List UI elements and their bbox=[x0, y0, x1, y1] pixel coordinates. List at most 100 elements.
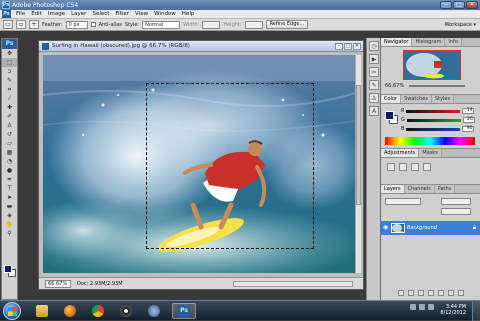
eyedropper-tool-icon[interactable]: ⁄ bbox=[2, 94, 17, 103]
blue-slider-row[interactable]: B 90 bbox=[401, 126, 475, 132]
brightness-adjust-icon[interactable] bbox=[387, 163, 395, 171]
new-selection-icon[interactable]: ▫ bbox=[16, 20, 26, 29]
add-mask-icon[interactable] bbox=[417, 290, 424, 296]
gradient-tool-icon[interactable]: ▦ bbox=[2, 148, 17, 157]
clone-stamp-tool-icon[interactable]: ♙ bbox=[2, 121, 17, 130]
scroll-thumb[interactable] bbox=[356, 85, 361, 205]
quick-select-tool-icon[interactable]: ✎ bbox=[2, 76, 17, 85]
menu-file[interactable]: File bbox=[13, 11, 28, 17]
link-layers-icon[interactable] bbox=[397, 290, 404, 296]
green-slider[interactable] bbox=[406, 118, 461, 122]
document-size-info[interactable]: Doc: 2.93M/2.93M bbox=[77, 281, 123, 287]
navigator-thumbnail[interactable] bbox=[403, 50, 461, 80]
green-value[interactable]: 26 bbox=[462, 117, 475, 123]
menu-select[interactable]: Select bbox=[89, 11, 112, 17]
character-panel-icon[interactable]: A bbox=[369, 106, 379, 116]
new-layer-icon[interactable] bbox=[447, 290, 454, 296]
marquee-tool-icon[interactable]: ⬚ bbox=[2, 58, 17, 67]
tab-histogram[interactable]: Histogram bbox=[412, 38, 446, 46]
tab-adjustments[interactable]: Adjustments bbox=[381, 149, 420, 157]
doc-maximize-button[interactable]: □ bbox=[344, 43, 352, 50]
actions-panel-icon[interactable]: ▶ bbox=[369, 54, 379, 64]
document-vertical-scrollbar[interactable] bbox=[355, 55, 361, 273]
shape-tool-icon[interactable]: ▬ bbox=[2, 202, 17, 211]
antialias-checkbox[interactable] bbox=[90, 22, 96, 27]
tab-channels[interactable]: Channels bbox=[404, 185, 435, 193]
history-panel-icon[interactable]: ◷ bbox=[369, 41, 379, 51]
move-tool-icon[interactable]: ✥ bbox=[2, 49, 17, 58]
brush-tool-icon[interactable]: ✐ bbox=[2, 112, 17, 121]
exposure-adjust-icon[interactable] bbox=[423, 163, 431, 171]
minimize-button[interactable]: – bbox=[440, 1, 452, 9]
foreground-color-swatch[interactable] bbox=[4, 265, 12, 273]
menu-view[interactable]: View bbox=[132, 11, 151, 17]
color-spectrum-bar[interactable] bbox=[385, 137, 475, 145]
zoom-level-field[interactable]: 66.67% bbox=[45, 279, 71, 288]
width-input[interactable] bbox=[202, 20, 221, 29]
red-value[interactable]: 14 bbox=[462, 108, 475, 114]
layer-style-icon[interactable] bbox=[407, 290, 414, 296]
tab-paths[interactable]: Paths bbox=[434, 185, 456, 193]
opacity-field[interactable] bbox=[441, 198, 471, 205]
marquee-selection[interactable] bbox=[146, 83, 314, 249]
pen-tool-icon[interactable]: ✒ bbox=[2, 175, 17, 184]
tab-masks[interactable]: Masks bbox=[419, 149, 442, 157]
navigator-zoom-slider[interactable] bbox=[409, 85, 465, 87]
lasso-tool-icon[interactable]: ↄ bbox=[2, 67, 17, 76]
tool-presets-icon[interactable]: ✂ bbox=[369, 67, 379, 77]
red-slider[interactable] bbox=[406, 109, 461, 113]
brushes-panel-icon[interactable]: ✎ bbox=[369, 80, 379, 90]
red-slider-row[interactable]: R 14 bbox=[401, 108, 475, 114]
hand-tool-icon[interactable]: ✋ bbox=[2, 220, 17, 229]
dodge-tool-icon[interactable]: ● bbox=[2, 166, 17, 175]
volume-icon[interactable] bbox=[428, 304, 434, 310]
crop-tool-icon[interactable]: ⌗ bbox=[2, 85, 17, 94]
tab-navigator[interactable]: Navigator bbox=[381, 38, 413, 46]
add-selection-icon[interactable]: + bbox=[29, 20, 39, 29]
document-tab[interactable]: Surfing in Hawaii (obscured).jpg @ 66.7%… bbox=[39, 41, 363, 52]
blur-tool-icon[interactable]: ◔ bbox=[2, 157, 17, 166]
delete-layer-icon[interactable] bbox=[457, 290, 464, 296]
zoom-tool-icon[interactable]: ⚲ bbox=[2, 229, 17, 238]
doc-close-button[interactable]: ✕ bbox=[353, 43, 361, 50]
doc-minimize-button[interactable]: – bbox=[335, 43, 343, 50]
green-slider-row[interactable]: G 26 bbox=[401, 117, 475, 123]
taskbar-explorer[interactable] bbox=[30, 303, 54, 319]
image-canvas[interactable] bbox=[43, 55, 356, 273]
start-button[interactable] bbox=[3, 302, 21, 320]
eraser-tool-icon[interactable]: ▱ bbox=[2, 139, 17, 148]
menu-layer[interactable]: Layer bbox=[68, 11, 89, 17]
height-input[interactable] bbox=[244, 20, 263, 29]
new-group-icon[interactable] bbox=[437, 290, 444, 296]
marquee-preset-icon[interactable]: ▭ bbox=[3, 20, 13, 29]
tab-layers[interactable]: Layers bbox=[381, 185, 405, 193]
taskbar-chrome[interactable] bbox=[86, 303, 110, 319]
layer-row-background[interactable]: ◉ Background 🔒︎ bbox=[381, 221, 480, 235]
adjustment-layer-icon[interactable] bbox=[427, 290, 434, 296]
curves-adjust-icon[interactable] bbox=[411, 163, 419, 171]
style-select[interactable]: Normal bbox=[142, 20, 181, 29]
3d-tool-icon[interactable]: ◈ bbox=[2, 211, 17, 220]
taskbar-app[interactable] bbox=[142, 303, 166, 319]
menu-help[interactable]: Help bbox=[179, 11, 198, 17]
blue-value[interactable]: 90 bbox=[462, 126, 475, 132]
close-button[interactable]: ✕ bbox=[466, 1, 478, 9]
levels-adjust-icon[interactable] bbox=[399, 163, 407, 171]
blend-mode-select[interactable] bbox=[385, 198, 421, 205]
path-select-tool-icon[interactable]: ➤ bbox=[2, 193, 17, 202]
taskbar-media-player[interactable] bbox=[114, 303, 138, 319]
clone-source-icon[interactable]: ♙ bbox=[369, 93, 379, 103]
color-panel-fg-swatch[interactable] bbox=[385, 111, 394, 120]
tab-info[interactable]: Info bbox=[445, 38, 462, 46]
menu-filter[interactable]: Filter bbox=[112, 11, 132, 17]
document-horizontal-scrollbar[interactable] bbox=[233, 280, 353, 287]
layer-name[interactable]: Background bbox=[407, 225, 437, 231]
type-tool-icon[interactable]: T bbox=[2, 184, 17, 193]
refine-edge-button[interactable]: Refine Edge... bbox=[265, 20, 309, 29]
tab-color[interactable]: Color bbox=[381, 95, 402, 103]
network-icon[interactable] bbox=[419, 304, 425, 310]
healing-tool-icon[interactable]: ✚ bbox=[2, 103, 17, 112]
maximize-button[interactable]: □ bbox=[453, 1, 465, 9]
eye-icon[interactable]: ◉ bbox=[383, 225, 389, 231]
menu-edit[interactable]: Edit bbox=[28, 11, 45, 17]
